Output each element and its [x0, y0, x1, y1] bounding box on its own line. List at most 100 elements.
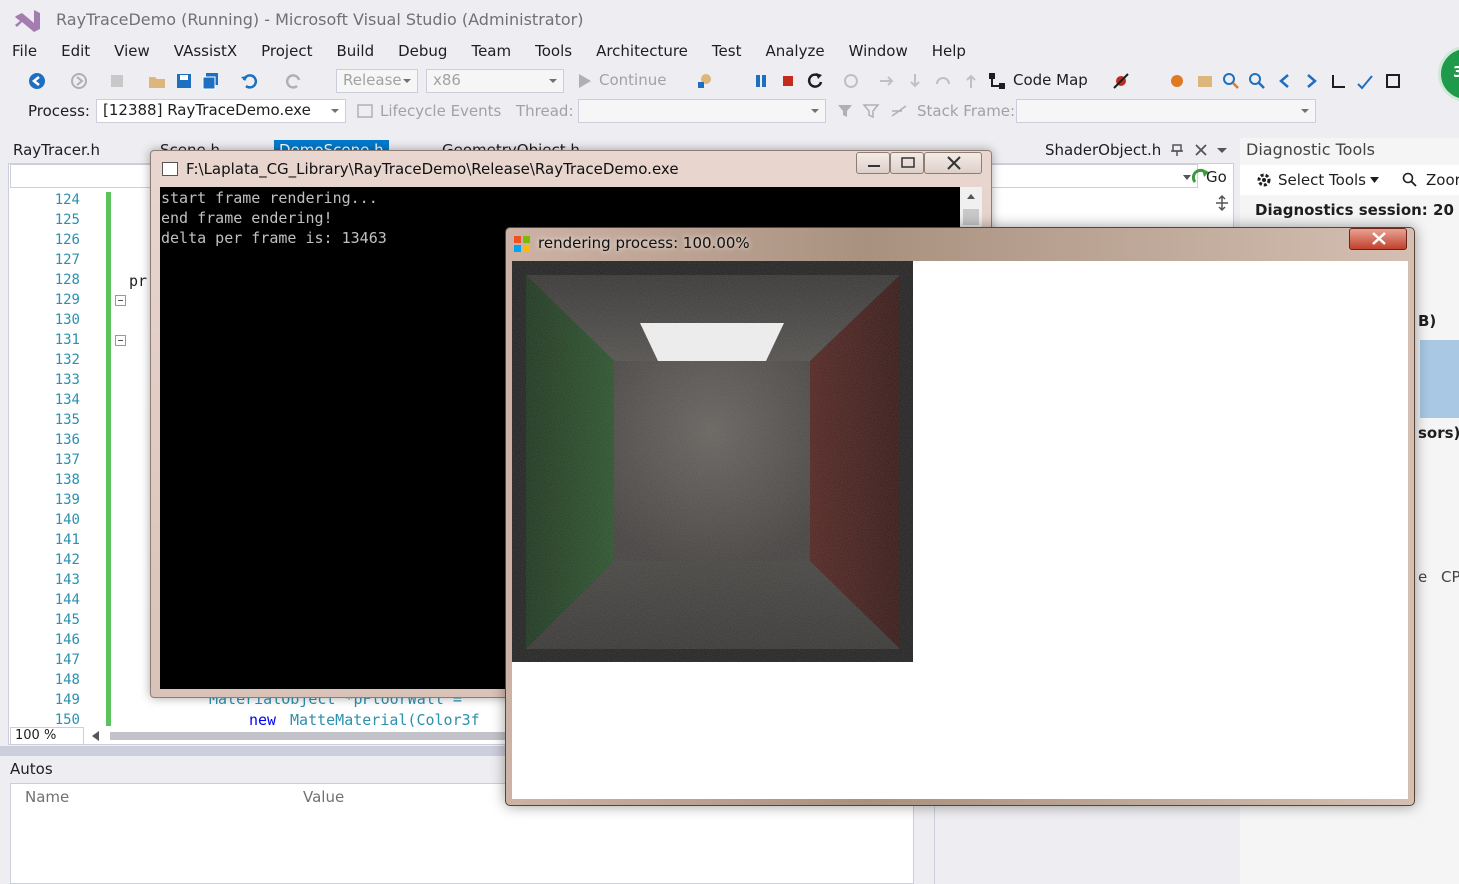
- save-icon[interactable]: [175, 72, 193, 90]
- close-button[interactable]: [924, 152, 982, 174]
- debug-location-toolbar: Process: [12388] RayTraceDemo.exe Lifecy…: [0, 96, 1459, 126]
- lifecycle-events-icon[interactable]: [356, 102, 374, 120]
- menu-architecture[interactable]: Architecture: [584, 40, 700, 64]
- code-fragment: pr: [129, 272, 148, 290]
- save-all-icon[interactable]: [202, 72, 220, 90]
- menu-build[interactable]: Build: [324, 40, 386, 64]
- attach-process-icon[interactable]: [696, 72, 714, 90]
- configuration-select[interactable]: Release: [336, 69, 418, 93]
- scroll-up-icon[interactable]: [960, 187, 982, 227]
- platform-select[interactable]: x86: [426, 69, 564, 93]
- zoom-button[interactable]: Zoor: [1426, 171, 1459, 189]
- go-button[interactable]: Go: [1206, 168, 1227, 186]
- member-select[interactable]: [990, 164, 1198, 188]
- continue-button[interactable]: Continue: [599, 71, 666, 89]
- line-number: 148: [54, 672, 80, 688]
- select-tools-button[interactable]: Select Tools: [1278, 171, 1366, 189]
- line-number: 149: [54, 692, 80, 708]
- platform-value: x86: [433, 71, 461, 89]
- menu-view[interactable]: View: [102, 40, 162, 64]
- name-column-header[interactable]: Name: [25, 788, 69, 806]
- break-all-icon[interactable]: [752, 72, 770, 90]
- open-file-icon[interactable]: [148, 72, 166, 90]
- line-number: 133: [54, 372, 80, 388]
- menu-window[interactable]: Window: [837, 40, 920, 64]
- line-number: 130: [54, 312, 80, 328]
- code-map-button[interactable]: Code Map: [1013, 71, 1088, 89]
- zoom-icon[interactable]: [1402, 172, 1418, 188]
- process-value: [12388] RayTraceDemo.exe: [103, 101, 311, 119]
- step-out-icon[interactable]: [962, 72, 980, 90]
- undo-icon[interactable]: [240, 72, 258, 90]
- render-close-button[interactable]: [1349, 228, 1407, 250]
- open-file-in-solution-icon[interactable]: [1330, 72, 1348, 90]
- tab-overflow-dropdown-icon[interactable]: [1216, 147, 1228, 155]
- process-label: Process:: [28, 102, 90, 120]
- menu-analyze[interactable]: Analyze: [753, 40, 836, 64]
- cpu-tab-fragment[interactable]: CP: [1441, 568, 1459, 586]
- split-editor-icon[interactable]: [1214, 194, 1230, 212]
- go-forward-icon[interactable]: [1302, 72, 1320, 90]
- filter-icon[interactable]: [836, 102, 854, 120]
- spell-check-icon[interactable]: [1356, 72, 1374, 90]
- menu-test[interactable]: Test: [700, 40, 754, 64]
- step-over-icon[interactable]: [878, 72, 896, 90]
- new-project-icon[interactable]: [108, 72, 126, 90]
- step-over-curve-icon[interactable]: [934, 72, 952, 90]
- go-back-icon[interactable]: [1276, 72, 1294, 90]
- thread-select[interactable]: [578, 99, 826, 123]
- maximize-icon: [901, 157, 915, 168]
- menu-edit[interactable]: Edit: [49, 40, 102, 64]
- stack-frame-select[interactable]: [1016, 99, 1316, 123]
- value-column-header[interactable]: Value: [303, 788, 344, 806]
- vassistx-options-icon[interactable]: [1384, 72, 1402, 90]
- extension-tool-2-icon[interactable]: [1196, 72, 1214, 90]
- process-select[interactable]: [12388] RayTraceDemo.exe: [96, 99, 346, 123]
- memory-usage-chart: [1420, 340, 1459, 418]
- line-number: 135: [54, 412, 80, 428]
- chart-header-fragment: sors): [1418, 424, 1459, 442]
- cornell-box-render-image: [512, 261, 913, 662]
- stop-debugging-icon[interactable]: [779, 72, 797, 90]
- minimize-button[interactable]: [856, 152, 890, 174]
- show-threads-icon[interactable]: [890, 102, 908, 120]
- menu-file[interactable]: File: [0, 40, 49, 64]
- menu-vassistx[interactable]: VAssistX: [162, 40, 249, 64]
- redo-icon[interactable]: [285, 72, 303, 90]
- tab-shaderobject-h[interactable]: ShaderObject.h: [1040, 140, 1166, 162]
- restart-icon[interactable]: [806, 72, 824, 90]
- scrollbar-thumb[interactable]: [110, 732, 510, 740]
- lifecycle-events-button[interactable]: Lifecycle Events: [380, 102, 501, 120]
- continue-play-icon[interactable]: [576, 72, 594, 90]
- menu-team[interactable]: Team: [459, 40, 523, 64]
- menu-help[interactable]: Help: [920, 40, 978, 64]
- navigate-forward-icon[interactable]: [70, 72, 88, 90]
- gear-icon[interactable]: [1256, 172, 1272, 188]
- events-tab-fragment[interactable]: e: [1418, 568, 1427, 586]
- zoom-level-select[interactable]: 100 %: [10, 727, 84, 745]
- collapse-outline-icon[interactable]: [115, 295, 126, 306]
- console-line: delta per frame is: 13463: [161, 229, 387, 247]
- scroll-left-icon[interactable]: [92, 731, 100, 741]
- line-number-gutter: 124 125 126 127 128 129 130 131 132 133 …: [10, 192, 114, 728]
- flag-threads-icon[interactable]: [862, 102, 880, 120]
- navigate-back-icon[interactable]: [28, 72, 46, 90]
- panel-divider: [934, 805, 935, 884]
- menu-debug[interactable]: Debug: [386, 40, 459, 64]
- extension-tool-1-icon[interactable]: [1168, 72, 1186, 90]
- tab-raytracer-h[interactable]: RayTracer.h: [8, 140, 105, 162]
- menu-tools[interactable]: Tools: [523, 40, 584, 64]
- breakpoint-toggle-icon[interactable]: [1112, 72, 1130, 90]
- menu-project[interactable]: Project: [249, 40, 324, 64]
- line-number: 144: [54, 592, 80, 608]
- show-next-statement-icon[interactable]: [842, 72, 860, 90]
- maximize-button[interactable]: [890, 152, 924, 174]
- find-references-icon[interactable]: [1248, 72, 1266, 90]
- line-number: 140: [54, 512, 80, 528]
- pin-tab-icon[interactable]: [1170, 143, 1184, 157]
- collapse-outline-icon[interactable]: [115, 335, 126, 346]
- find-symbol-icon[interactable]: [1222, 72, 1240, 90]
- close-tab-icon[interactable]: [1194, 143, 1208, 157]
- step-into-icon[interactable]: [906, 72, 924, 90]
- code-map-icon[interactable]: [988, 72, 1006, 90]
